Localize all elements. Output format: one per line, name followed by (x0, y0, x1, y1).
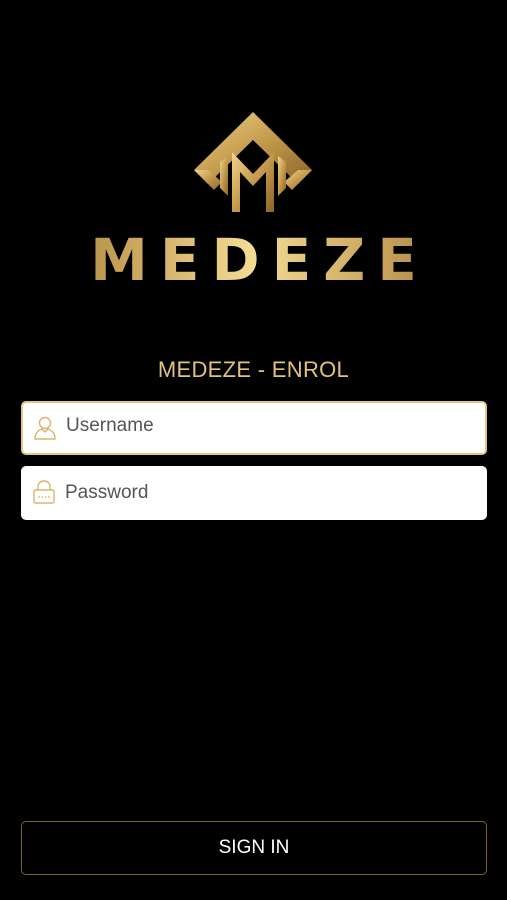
username-input[interactable] (66, 401, 475, 451)
lock-icon (33, 480, 55, 504)
password-field[interactable] (21, 466, 487, 520)
page-title: MEDEZE - ENROL (157, 357, 350, 382)
diamond-m-logo-icon (194, 112, 312, 212)
brand-wordmark: MEDEZE (0, 228, 507, 292)
sign-in-button[interactable]: SIGN IN (21, 821, 487, 875)
password-input[interactable] (65, 466, 477, 520)
username-field[interactable] (21, 401, 487, 455)
user-icon (34, 416, 56, 440)
